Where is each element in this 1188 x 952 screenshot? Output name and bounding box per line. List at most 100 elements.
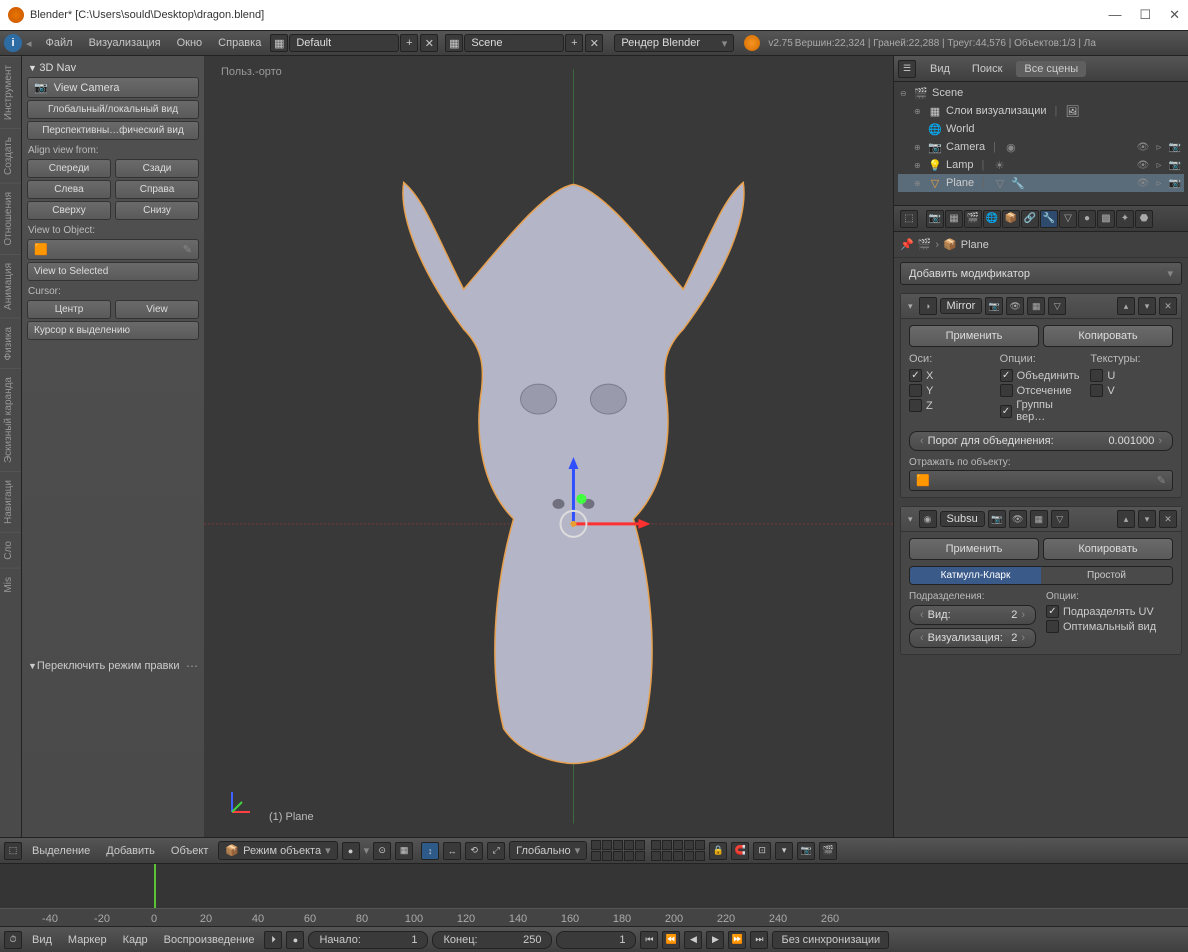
mirror-v-checkbox[interactable] (1090, 384, 1103, 397)
timeline-cursor[interactable] (154, 864, 156, 908)
pivot-align-toggle[interactable]: ▦ (395, 842, 413, 860)
view-right-button[interactable]: Справа (115, 180, 199, 199)
mod-up-button[interactable]: ▴ (1117, 510, 1135, 528)
opengl-render-button[interactable]: 📷 (797, 842, 815, 860)
lock-layers-toggle[interactable]: 🔒 (709, 842, 727, 860)
ptab-renderlayers[interactable]: ▦ (945, 210, 963, 228)
snap-toggle[interactable]: 🧲 (731, 842, 749, 860)
cursor-center-button[interactable]: Центр (27, 300, 111, 319)
pivot-dropdown[interactable]: ⊙ (373, 842, 391, 860)
menu-render[interactable]: Визуализация (81, 37, 169, 49)
ptab-physics[interactable]: ⬣ (1135, 210, 1153, 228)
cursor-view-button[interactable]: View (115, 300, 199, 319)
jump-end-button[interactable]: ⏭ (750, 931, 768, 949)
tab-layers[interactable]: Сло (0, 532, 21, 568)
vgroups-checkbox[interactable] (1000, 405, 1013, 418)
manipulator-toggle[interactable]: ↕ (421, 842, 439, 860)
translate-toggle[interactable]: ↔ (443, 842, 461, 860)
outliner-tree[interactable]: ⊖🎬Scene ⊕▦Слои визуализации |🖼 🌐World ⊕📷… (894, 82, 1188, 194)
cursor-to-selection-button[interactable]: Курсор к выделению (27, 321, 199, 340)
apply-button[interactable]: Применить (909, 538, 1039, 560)
tab-create[interactable]: Создать (0, 128, 21, 183)
collapse-button[interactable]: ▾ (905, 514, 916, 525)
outliner-editor-icon[interactable]: ☰ (898, 60, 916, 78)
optimal-checkbox[interactable] (1046, 620, 1059, 633)
eye-icon[interactable]: 👁 (1136, 158, 1150, 172)
tab-relations[interactable]: Отношения (0, 183, 21, 254)
tab-tools[interactable]: Инструмент (0, 56, 21, 128)
menu-help[interactable]: Справка (210, 37, 269, 49)
ptab-texture[interactable]: ▩ (1097, 210, 1115, 228)
timeline-menu-playback[interactable]: Воспроизведение (158, 934, 261, 946)
scene-add-button[interactable]: + (565, 34, 583, 52)
outliner-camera[interactable]: ⊕📷Camera |◉ 👁▹📷 (898, 138, 1184, 156)
menu-object[interactable]: Объект (165, 845, 214, 857)
apply-button[interactable]: Применить (909, 325, 1039, 347)
tab-animation[interactable]: Анимация (0, 254, 21, 318)
editor-type-icon[interactable]: ⬚ (4, 842, 22, 860)
timeline-menu-frame[interactable]: Кадр (117, 934, 154, 946)
catmull-option[interactable]: Катмулл-Кларк (910, 567, 1041, 584)
mod-render-toggle[interactable]: 📷 (988, 510, 1006, 528)
operator-panel-header[interactable]: Переключить режим правки ⋯ (26, 655, 200, 677)
cursor-icon[interactable]: ▹ (1152, 140, 1166, 154)
tab-physics[interactable]: Физика (0, 318, 21, 369)
outliner-scene[interactable]: ⊖🎬Scene (898, 84, 1184, 102)
minimize-button[interactable]: — (1108, 7, 1121, 23)
mod-render-toggle[interactable]: 📷 (985, 297, 1003, 315)
simple-option[interactable]: Простой (1041, 567, 1172, 584)
eye-icon[interactable]: 👁 (1136, 140, 1150, 154)
menu-window[interactable]: Окно (169, 37, 211, 49)
collapse-button[interactable]: ▾ (905, 301, 916, 312)
persp-ortho-button[interactable]: Перспективны…фический вид (27, 121, 199, 140)
view-camera-button[interactable]: 📷View Camera (27, 77, 199, 98)
ptab-modifiers[interactable]: 🔧 (1040, 210, 1058, 228)
outliner-display-dropdown[interactable]: Все сцены (1016, 61, 1086, 77)
mod-delete-button[interactable]: ✕ (1159, 510, 1177, 528)
mod-cage-toggle[interactable]: ▽ (1051, 510, 1069, 528)
scene-browse-icon[interactable]: ▦ (445, 34, 463, 52)
mirror-u-checkbox[interactable] (1090, 369, 1103, 382)
modifier-name-input[interactable]: Mirror (940, 298, 983, 314)
snap-target-dropdown[interactable]: ▾ (775, 842, 793, 860)
view-to-selected-button[interactable]: View to Selected (27, 262, 199, 281)
mirror-object-dropdown[interactable]: 🟧✎ (909, 470, 1173, 491)
timeline-ruler[interactable]: -40-200204060801001201401601802002202402… (0, 908, 1188, 926)
timeline-menu-view[interactable]: Вид (26, 934, 58, 946)
view-left-button[interactable]: Слева (27, 180, 111, 199)
snap-element-dropdown[interactable]: ⊡ (753, 842, 771, 860)
play-reverse-button[interactable]: ◀ (684, 931, 702, 949)
menu-add[interactable]: Добавить (100, 845, 161, 857)
ptab-material[interactable]: ● (1078, 210, 1096, 228)
menu-select[interactable]: Выделение (26, 845, 96, 857)
outliner-plane[interactable]: ⊕▽Plane |▽🔧 👁▹📷 (898, 174, 1184, 192)
mod-down-button[interactable]: ▾ (1138, 510, 1156, 528)
copy-button[interactable]: Копировать (1043, 325, 1173, 347)
current-frame-field[interactable]: 1 (556, 931, 636, 949)
mod-down-button[interactable]: ▾ (1138, 297, 1156, 315)
jump-start-button[interactable]: ⏮ (640, 931, 658, 949)
screen-browse-icon[interactable]: ▦ (270, 34, 288, 52)
ptab-data[interactable]: ▽ (1059, 210, 1077, 228)
maximize-button[interactable]: ☐ (1139, 7, 1151, 23)
close-button[interactable]: ✕ (1169, 7, 1180, 23)
render-subdiv-field[interactable]: Визуализация:2 (909, 628, 1036, 648)
render-icon[interactable]: 📷 (1168, 158, 1182, 172)
pin-icon[interactable]: 📌 (900, 238, 914, 251)
layout-add-button[interactable]: + (400, 34, 418, 52)
outliner-menu-view[interactable]: Вид (922, 61, 958, 77)
tab-nav[interactable]: Навигаци (0, 471, 21, 532)
range-toggle[interactable]: ⏵ (264, 931, 282, 949)
view-to-object-dropdown[interactable]: 🟧✎ (27, 239, 199, 260)
scene-remove-button[interactable]: ✕ (585, 34, 603, 52)
view-front-button[interactable]: Спереди (27, 159, 111, 178)
mod-edit-toggle[interactable]: ▦ (1030, 510, 1048, 528)
rotate-toggle[interactable]: ⟲ (465, 842, 483, 860)
view-subdiv-field[interactable]: Вид:2 (909, 605, 1036, 625)
tab-misc[interactable]: Mis (0, 568, 21, 601)
mod-cage-toggle[interactable]: ▽ (1048, 297, 1066, 315)
start-frame-field[interactable]: Начало:1 (308, 931, 428, 949)
ptab-render[interactable]: 📷 (926, 210, 944, 228)
cursor-icon[interactable]: ▹ (1152, 176, 1166, 190)
view-top-button[interactable]: Сверху (27, 201, 111, 220)
